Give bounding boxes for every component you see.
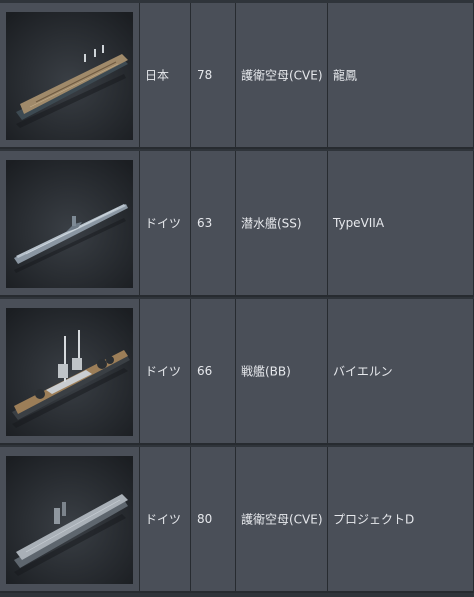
level-cell: 80 (191, 447, 236, 593)
thumbnail-cell (0, 299, 140, 445)
thumbnail-cell (0, 447, 140, 593)
table-row[interactable]: ドイツ 66 戦艦(BB) バイエルン (0, 299, 474, 447)
nation-text: ドイツ (145, 512, 182, 527)
class-cell: 護衛空母(CVE) (236, 447, 328, 593)
table-row[interactable]: ドイツ 80 護衛空母(CVE) プロジェクトD (0, 447, 474, 595)
level-cell: 63 (191, 151, 236, 297)
ship-table: 日本 78 護衛空母(CVE) 龍鳳 ドイツ 63 潜水艦(SS) TypeVI… (0, 0, 474, 597)
thumbnail-cell (0, 151, 140, 297)
name-cell: プロジェクトD (328, 447, 474, 593)
aircraft-carrier-ship-icon (6, 12, 133, 140)
nation-cell: 日本 (140, 3, 191, 149)
nation-cell: ドイツ (140, 299, 191, 445)
level-text: 78 (197, 68, 213, 82)
ship-name-text: 龍鳳 (333, 68, 358, 83)
ship-name-text: プロジェクトD (333, 512, 415, 527)
ship-class-text: 護衛空母(CVE) (241, 68, 323, 83)
nation-text: ドイツ (145, 364, 182, 379)
table-row[interactable]: 日本 78 護衛空母(CVE) 龍鳳 (0, 3, 474, 151)
aircraft-carrier-ship-icon (6, 456, 133, 584)
name-cell: TypeVIIA (328, 151, 474, 297)
ship-class-text: 潜水艦(SS) (241, 216, 302, 231)
level-cell: 66 (191, 299, 236, 445)
name-cell: バイエルン (328, 299, 474, 445)
thumbnail-cell (0, 3, 140, 149)
nation-text: 日本 (145, 68, 170, 83)
nation-cell: ドイツ (140, 151, 191, 297)
table-row[interactable]: ドイツ 63 潜水艦(SS) TypeVIIA (0, 151, 474, 299)
class-cell: 潜水艦(SS) (236, 151, 328, 297)
class-cell: 戦艦(BB) (236, 299, 328, 445)
level-cell: 78 (191, 3, 236, 149)
nation-cell: ドイツ (140, 447, 191, 593)
level-text: 63 (197, 216, 213, 230)
name-cell: 龍鳳 (328, 3, 474, 149)
battleship-ship-icon (6, 308, 133, 436)
nation-text: ドイツ (145, 216, 182, 231)
ship-name-text: TypeVIIA (333, 216, 385, 230)
level-text: 66 (197, 364, 213, 378)
level-text: 80 (197, 512, 213, 526)
ship-class-text: 戦艦(BB) (241, 364, 291, 379)
ship-name-text: バイエルン (333, 364, 393, 379)
ship-class-text: 護衛空母(CVE) (241, 512, 323, 527)
submarine-ship-icon (6, 160, 133, 288)
class-cell: 護衛空母(CVE) (236, 3, 328, 149)
